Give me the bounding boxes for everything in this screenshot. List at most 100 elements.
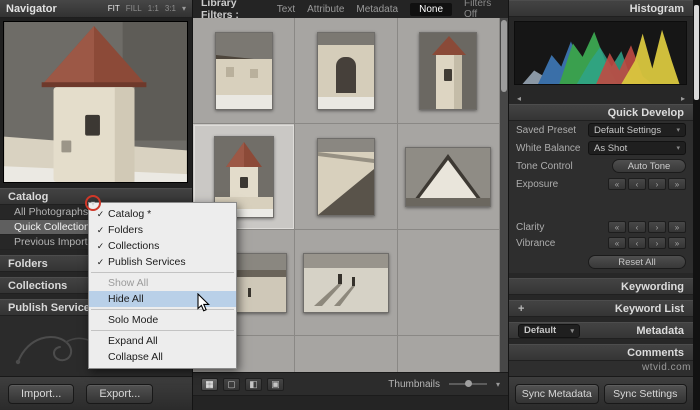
photo-thumbnail[interactable]: [419, 31, 478, 110]
left-panel-footer: Import... Export...: [0, 376, 192, 410]
photo-thumbnail[interactable]: [214, 31, 273, 110]
tone-control-label: Tone Control: [516, 160, 573, 172]
navigator-panel-header[interactable]: Navigator FIT FILL 1:1 3:1 ▾: [0, 0, 192, 18]
window-scrollbar[interactable]: [693, 0, 700, 410]
menu-item-collapse-all[interactable]: Collapse All: [89, 349, 236, 365]
window-scrollbar-thumb[interactable]: [694, 5, 699, 100]
quick-develop-panel-header[interactable]: Quick Develop: [509, 104, 693, 121]
clarity-decrease-button[interactable]: ‹: [628, 221, 646, 233]
grid-scrollbar-thumb[interactable]: [501, 20, 507, 92]
thumbnail-size-slider-handle[interactable]: [464, 380, 472, 387]
grid-cell[interactable]: [193, 18, 296, 124]
menu-item-expand-all[interactable]: Expand All: [89, 333, 236, 349]
export-button[interactable]: Export...: [86, 383, 154, 404]
metadata-preset-value: Default: [524, 325, 557, 336]
photo-thumbnail[interactable]: [405, 146, 492, 207]
white-balance-label: White Balance: [516, 142, 581, 154]
grid-cell[interactable]: [397, 18, 500, 124]
reset-all-button[interactable]: Reset All: [588, 255, 686, 269]
grid-cell[interactable]: [397, 336, 500, 372]
menu-item-collections[interactable]: ✓ Collections: [89, 238, 236, 254]
add-keyword-icon[interactable]: +: [518, 303, 524, 315]
compare-view-icon[interactable]: ◧: [245, 377, 262, 391]
clarity-large-increase-button[interactable]: »: [668, 221, 686, 233]
grid-cell[interactable]: [295, 336, 398, 372]
library-filter-bar: Library Filters : Text Attribute Metadat…: [193, 0, 508, 21]
exposure-increase-button[interactable]: ›: [648, 178, 666, 190]
saved-preset-dropdown[interactable]: Default Settings ▾: [588, 123, 686, 137]
histogram-display[interactable]: [509, 17, 693, 93]
vibrance-large-increase-button[interactable]: »: [668, 237, 686, 249]
clarity-large-decrease-button[interactable]: «: [608, 221, 626, 233]
white-balance-dropdown[interactable]: As Shot ▾: [588, 141, 686, 155]
saved-preset-label: Saved Preset: [516, 124, 577, 136]
metadata-panel-header[interactable]: Default ▾ Metadata: [509, 322, 693, 339]
photo-thumbnail[interactable]: [302, 252, 389, 313]
thumbnails-label: Thumbnails: [388, 378, 440, 390]
zoom-option-3-1[interactable]: 3:1: [165, 4, 176, 13]
keywording-panel-header[interactable]: Keywording: [509, 278, 693, 295]
keyword-list-panel-header[interactable]: + Keyword List: [509, 300, 693, 317]
zoom-option-fill[interactable]: FILL: [126, 4, 142, 13]
highlight-clipping-icon[interactable]: ▸: [681, 94, 685, 103]
menu-item-folders[interactable]: ✓ Folders: [89, 222, 236, 238]
quick-develop-title: Quick Develop: [607, 106, 684, 119]
vibrance-large-decrease-button[interactable]: «: [608, 237, 626, 249]
menu-item-label: Publish Services: [108, 256, 186, 268]
sync-settings-button[interactable]: Sync Settings: [603, 383, 687, 404]
filter-option-none[interactable]: None: [410, 2, 452, 16]
exposure-decrease-button[interactable]: ‹: [628, 178, 646, 190]
comments-panel-header[interactable]: Comments: [509, 344, 693, 361]
grid-cell[interactable]: [295, 18, 398, 124]
sync-metadata-button[interactable]: Sync Metadata: [515, 383, 599, 404]
thumbnail-image: [420, 32, 477, 109]
exposure-large-increase-button[interactable]: »: [668, 178, 686, 190]
filter-option-text[interactable]: Text: [277, 4, 295, 15]
shadow-clipping-icon[interactable]: ◂: [517, 94, 521, 103]
import-button[interactable]: Import...: [8, 383, 75, 404]
metadata-preset-dropdown[interactable]: Default ▾: [518, 323, 580, 338]
grid-toolbar: ▦ ▢ ◧ ▣ Thumbnails ▾: [193, 372, 508, 410]
histogram-panel-header[interactable]: Histogram: [509, 0, 693, 17]
panel-context-menu: ✓ Catalog * ✓ Folders ✓ Collections ✓ Pu…: [88, 202, 237, 369]
photo-thumbnail[interactable]: [316, 31, 375, 110]
menu-item-hide-all[interactable]: Hide All: [89, 291, 236, 307]
grid-cell[interactable]: [397, 124, 500, 230]
photo-thumbnail[interactable]: [316, 137, 375, 216]
menu-item-catalog[interactable]: ✓ Catalog *: [89, 206, 236, 222]
menu-item-label: Solo Mode: [108, 314, 159, 326]
survey-view-icon[interactable]: ▣: [267, 377, 284, 391]
grid-scrollbar[interactable]: [500, 18, 508, 372]
menu-item-publish-services[interactable]: ✓ Publish Services: [89, 254, 236, 270]
grid-cell[interactable]: [295, 230, 398, 336]
navigator-preview[interactable]: [0, 18, 192, 188]
thumbnail-size-slider[interactable]: [448, 380, 487, 387]
toolbar-options-icon[interactable]: ▾: [496, 380, 500, 389]
thumbnail-image: [303, 253, 388, 312]
exposure-large-decrease-button[interactable]: «: [608, 178, 626, 190]
histogram-title: Histogram: [629, 2, 684, 15]
white-balance-value: As Shot: [594, 142, 628, 154]
clarity-increase-button[interactable]: ›: [648, 221, 666, 233]
loupe-view-icon[interactable]: ▢: [223, 377, 240, 391]
filter-option-metadata[interactable]: Metadata: [356, 4, 398, 15]
menu-item-label: Hide All: [108, 293, 144, 305]
grid-cell[interactable]: [397, 230, 500, 336]
zoom-option-fit[interactable]: FIT: [108, 4, 120, 13]
vibrance-decrease-button[interactable]: ‹: [628, 237, 646, 249]
filter-option-attribute[interactable]: Attribute: [307, 4, 344, 15]
thumbnail-image: [406, 147, 491, 206]
checkmark-icon: ✓: [96, 256, 105, 267]
saved-preset-value: Default Settings: [594, 124, 662, 136]
navigator-tower-image: [3, 21, 188, 183]
zoom-option-1-1[interactable]: 1:1: [148, 4, 159, 13]
auto-tone-button[interactable]: Auto Tone: [612, 159, 686, 173]
grid-view-icon[interactable]: ▦: [201, 377, 218, 391]
zoom-dropdown-icon[interactable]: ▾: [182, 4, 186, 13]
vibrance-increase-button[interactable]: ›: [648, 237, 666, 249]
filters-off-control[interactable]: Filters Off: [464, 0, 500, 20]
menu-item-solo-mode[interactable]: Solo Mode: [89, 312, 236, 328]
grid-cell[interactable]: [295, 124, 398, 230]
menu-item-label: Expand All: [108, 335, 158, 347]
metadata-title: Metadata: [636, 324, 684, 337]
